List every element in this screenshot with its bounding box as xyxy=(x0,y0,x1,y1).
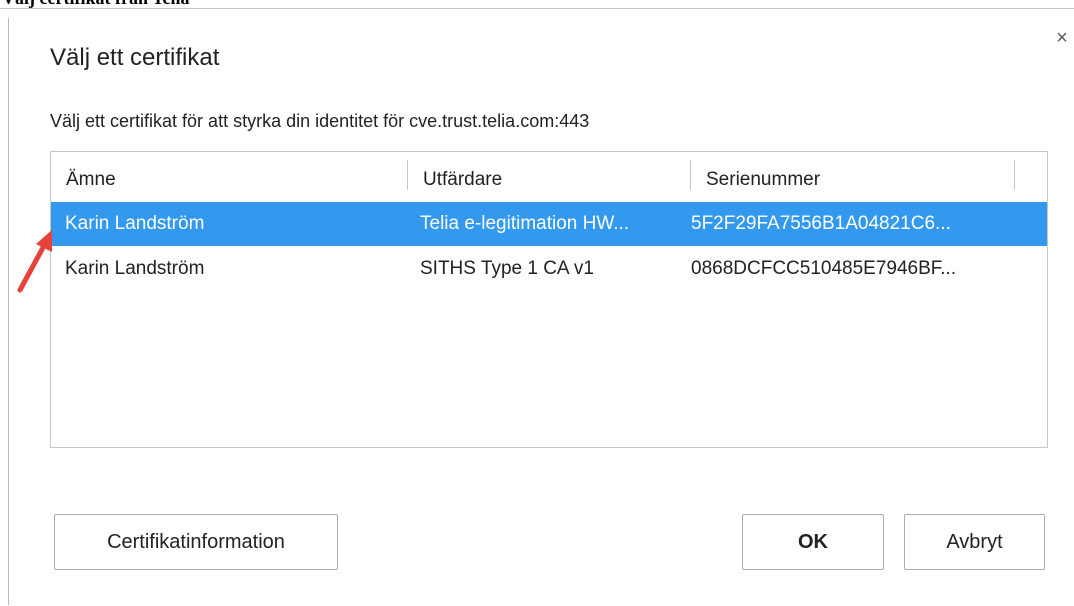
cell-serial: 0868DCFCC510485E7946BF... xyxy=(691,258,957,279)
cancel-button[interactable]: Avbryt xyxy=(904,514,1045,570)
close-icon[interactable]: × xyxy=(1050,26,1074,50)
cell-serial: 5F2F29FA7556B1A04821C6... xyxy=(691,213,951,234)
table-row[interactable]: Karin Landström Telia e-legitimation HW.… xyxy=(51,202,1047,246)
column-header-subject[interactable]: Ämne xyxy=(51,152,407,202)
cell-subject: Karin Landström xyxy=(65,213,205,234)
ok-button[interactable]: OK xyxy=(742,514,884,570)
cell-issuer: SITHS Type 1 CA v1 xyxy=(420,258,594,279)
column-divider[interactable] xyxy=(1014,160,1015,190)
column-header-serial[interactable]: Serienummer xyxy=(691,152,1013,202)
column-header-issuer[interactable]: Utfärdare xyxy=(408,152,690,202)
table-header: Ämne Utfärdare Serienummer xyxy=(51,152,1047,202)
cell-subject: Karin Landström xyxy=(65,258,205,279)
page-caption: Välj certifikat från Telia xyxy=(2,0,189,8)
cell-issuer: Telia e-legitimation HW... xyxy=(420,213,630,234)
certificate-info-button[interactable]: Certifikatinformation xyxy=(54,514,338,570)
dialog-title: Välj ett certifikat xyxy=(50,44,220,71)
dialog-left-border xyxy=(8,18,9,605)
red-arrow-pointer-icon xyxy=(17,230,52,293)
certificate-table[interactable]: Ämne Utfärdare Serienummer Karin Landstr… xyxy=(50,151,1048,448)
dialog-prompt: Välj ett certifikat för att styrka din i… xyxy=(50,111,590,131)
table-row[interactable]: Karin Landström SITHS Type 1 CA v1 0868D… xyxy=(51,247,1047,291)
